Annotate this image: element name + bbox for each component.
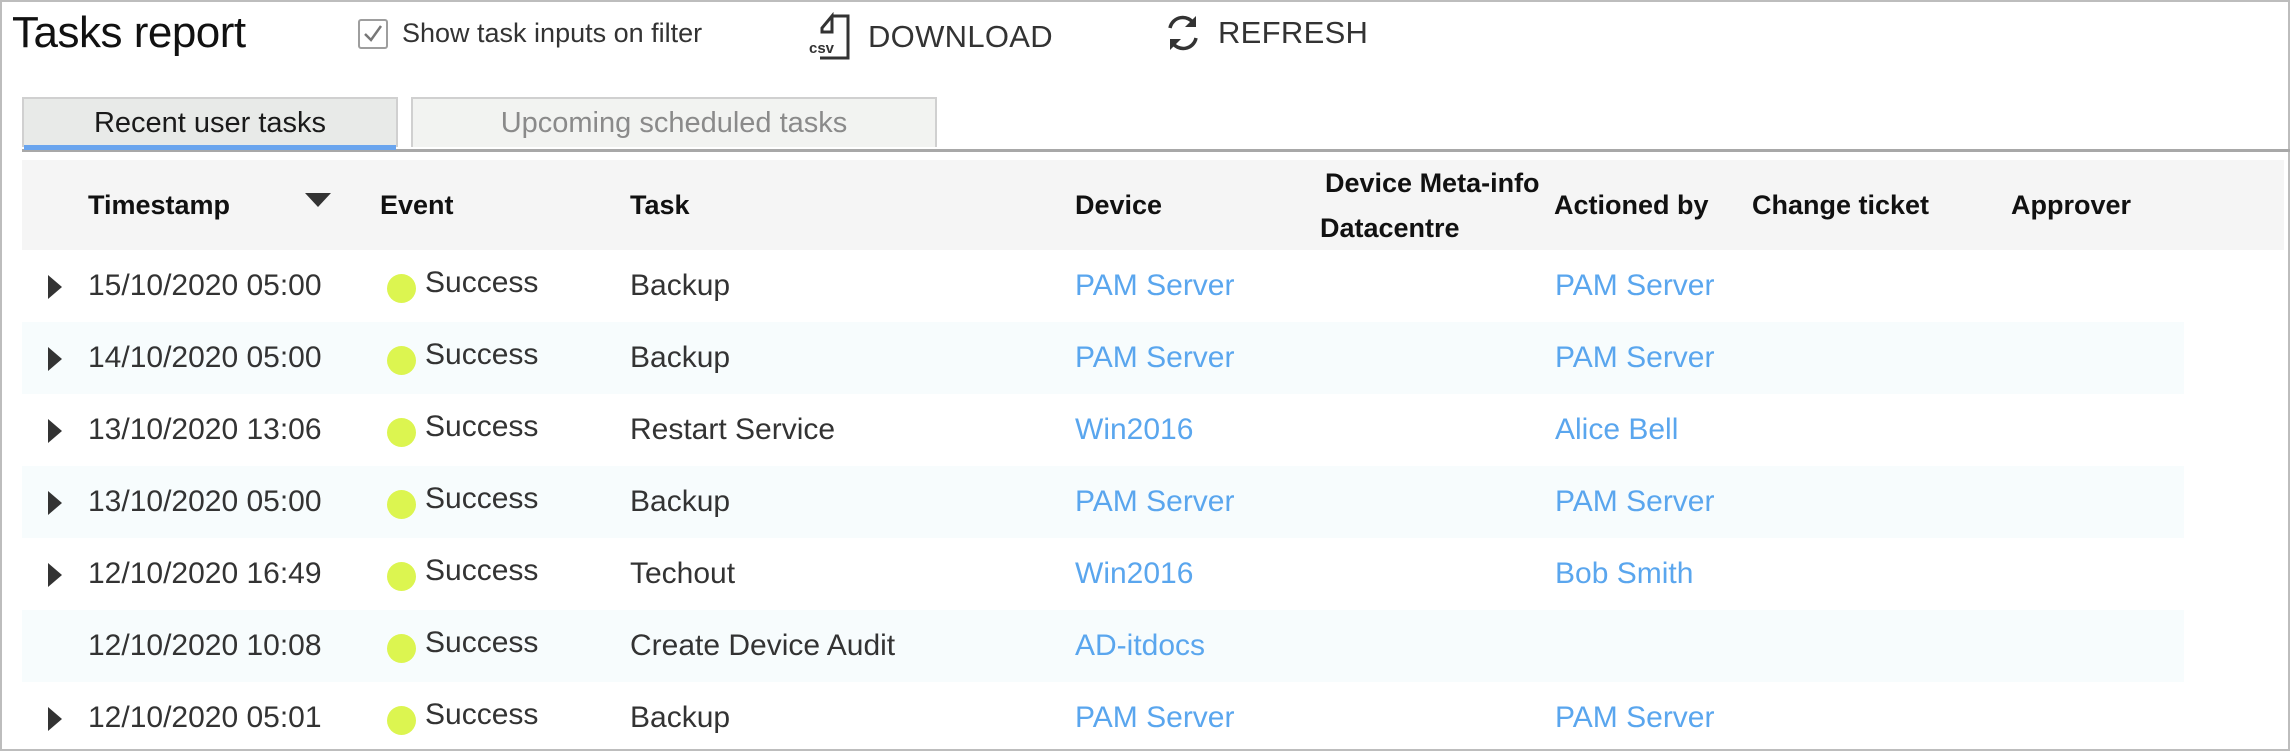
cell-task: Backup xyxy=(630,485,731,518)
cell-event: Success xyxy=(425,554,539,587)
cell-task: Techout xyxy=(630,557,736,590)
sort-descending-icon[interactable] xyxy=(305,193,331,207)
status-dot-icon xyxy=(387,490,416,519)
column-header-datacentre[interactable]: Datacentre xyxy=(1320,213,1460,244)
cell-event: Success xyxy=(425,338,539,371)
column-header-device-meta-info: Device Meta-info xyxy=(1325,168,1540,198)
cell-task: Backup xyxy=(630,269,731,302)
cell-task: Backup xyxy=(630,701,731,734)
status-dot-icon xyxy=(387,706,416,735)
expand-row-icon[interactable] xyxy=(48,707,62,731)
column-header-timestamp[interactable]: Timestamp xyxy=(88,190,230,221)
download-label: DOWNLOAD xyxy=(868,19,1053,54)
expand-row-icon[interactable] xyxy=(48,419,62,443)
tab-recent-user-tasks[interactable]: Recent user tasks xyxy=(22,97,398,150)
refresh-label: REFRESH xyxy=(1218,15,1369,50)
status-dot-icon xyxy=(387,634,416,663)
refresh-icon xyxy=(1168,15,1198,51)
column-header-approver[interactable]: Approver xyxy=(2011,190,2131,221)
cell-event: Success xyxy=(425,626,539,659)
tab-bar: Recent user tasks Upcoming scheduled tas… xyxy=(22,97,2290,152)
cell-actioned-by-link[interactable]: PAM Server xyxy=(1555,269,1714,303)
expand-row-icon[interactable] xyxy=(48,491,62,515)
checkmark-icon xyxy=(364,24,383,42)
cell-timestamp: 12/10/2020 05:01 xyxy=(88,701,322,734)
cell-actioned-by-link[interactable]: Alice Bell xyxy=(1555,413,1678,447)
tab-upcoming-scheduled-tasks[interactable]: Upcoming scheduled tasks xyxy=(411,97,937,147)
status-dot-icon xyxy=(387,346,416,375)
column-header-change-ticket[interactable]: Change ticket xyxy=(1752,190,1929,221)
cell-timestamp: 13/10/2020 13:06 xyxy=(88,413,322,446)
cell-task: Backup xyxy=(630,341,731,374)
cell-device-link[interactable]: PAM Server xyxy=(1075,485,1234,519)
cell-actioned-by-link[interactable]: PAM Server xyxy=(1555,701,1714,735)
table-body: 15/10/2020 05:00 Success Backup PAM Server P… xyxy=(22,250,2284,754)
status-dot-icon xyxy=(387,274,416,303)
cell-device-link[interactable]: Win2016 xyxy=(1075,413,1193,447)
tasks-table: Timestamp Event Task Device Device Meta-… xyxy=(22,160,2284,754)
cell-device-link[interactable]: PAM Server xyxy=(1075,701,1234,735)
show-task-inputs-toggle[interactable]: Show task inputs on filter xyxy=(358,18,702,49)
table-row[interactable]: 12/10/2020 05:01 Success Backup PAM Server P… xyxy=(22,682,2184,754)
table-header: Timestamp Event Task Device Device Meta-… xyxy=(22,160,2284,250)
cell-task: Restart Service xyxy=(630,413,836,446)
table-row[interactable]: 13/10/2020 13:06 Success Restart Service Wi… xyxy=(22,394,2184,466)
checkbox-label: Show task inputs on filter xyxy=(402,18,703,48)
expand-row-icon[interactable] xyxy=(48,275,62,299)
table-row[interactable]: 12/10/2020 10:08 Success Create Device Aud… xyxy=(22,610,2184,682)
checkbox[interactable] xyxy=(358,18,388,49)
table-row[interactable]: 12/10/2020 16:49 Success Techout Win2016 Bob… xyxy=(22,538,2184,610)
cell-actioned-by-link[interactable]: PAM Server xyxy=(1555,341,1714,375)
cell-actioned-by-link[interactable]: PAM Server xyxy=(1555,485,1714,519)
table-row[interactable]: 15/10/2020 05:00 Success Backup PAM Server P… xyxy=(22,250,2184,322)
cell-device-link[interactable]: AD-itdocs xyxy=(1075,629,1205,663)
column-header-actioned-by[interactable]: Actioned by xyxy=(1554,190,1709,221)
page-title: Tasks report xyxy=(12,8,246,57)
column-header-task[interactable]: Task xyxy=(630,190,690,221)
cell-event: Success xyxy=(425,410,539,443)
expand-row-icon[interactable] xyxy=(48,347,62,371)
cell-timestamp: 14/10/2020 05:00 xyxy=(88,341,322,374)
svg-text:csv: csv xyxy=(809,40,835,57)
csv-file-icon: csv xyxy=(809,12,850,60)
cell-timestamp: 12/10/2020 16:49 xyxy=(88,557,322,590)
refresh-button[interactable]: REFRESH xyxy=(1162,12,1368,54)
status-dot-icon xyxy=(387,418,416,447)
cell-event: Success xyxy=(425,482,539,515)
status-dot-icon xyxy=(387,562,416,591)
cell-device-link[interactable]: PAM Server xyxy=(1075,269,1234,303)
cell-timestamp: 15/10/2020 05:00 xyxy=(88,269,322,302)
cell-task: Create Device Audit xyxy=(630,629,896,662)
download-button[interactable]: csv DOWNLOAD xyxy=(808,12,1053,62)
cell-event: Success xyxy=(425,698,539,731)
cell-device-link[interactable]: Win2016 xyxy=(1075,557,1193,591)
cell-timestamp: 13/10/2020 05:00 xyxy=(88,485,322,518)
column-header-event[interactable]: Event xyxy=(380,190,454,221)
table-row[interactable]: 14/10/2020 05:00 Success Backup PAM Server P… xyxy=(22,322,2184,394)
table-row[interactable]: 13/10/2020 05:00 Success Backup PAM Server P… xyxy=(22,466,2184,538)
cell-actioned-by-link[interactable]: Bob Smith xyxy=(1555,557,1693,591)
column-header-device[interactable]: Device xyxy=(1075,190,1162,221)
expand-row-icon[interactable] xyxy=(48,563,62,587)
cell-timestamp: 12/10/2020 10:08 xyxy=(88,629,322,662)
cell-device-link[interactable]: PAM Server xyxy=(1075,341,1234,375)
cell-event: Success xyxy=(425,266,539,299)
